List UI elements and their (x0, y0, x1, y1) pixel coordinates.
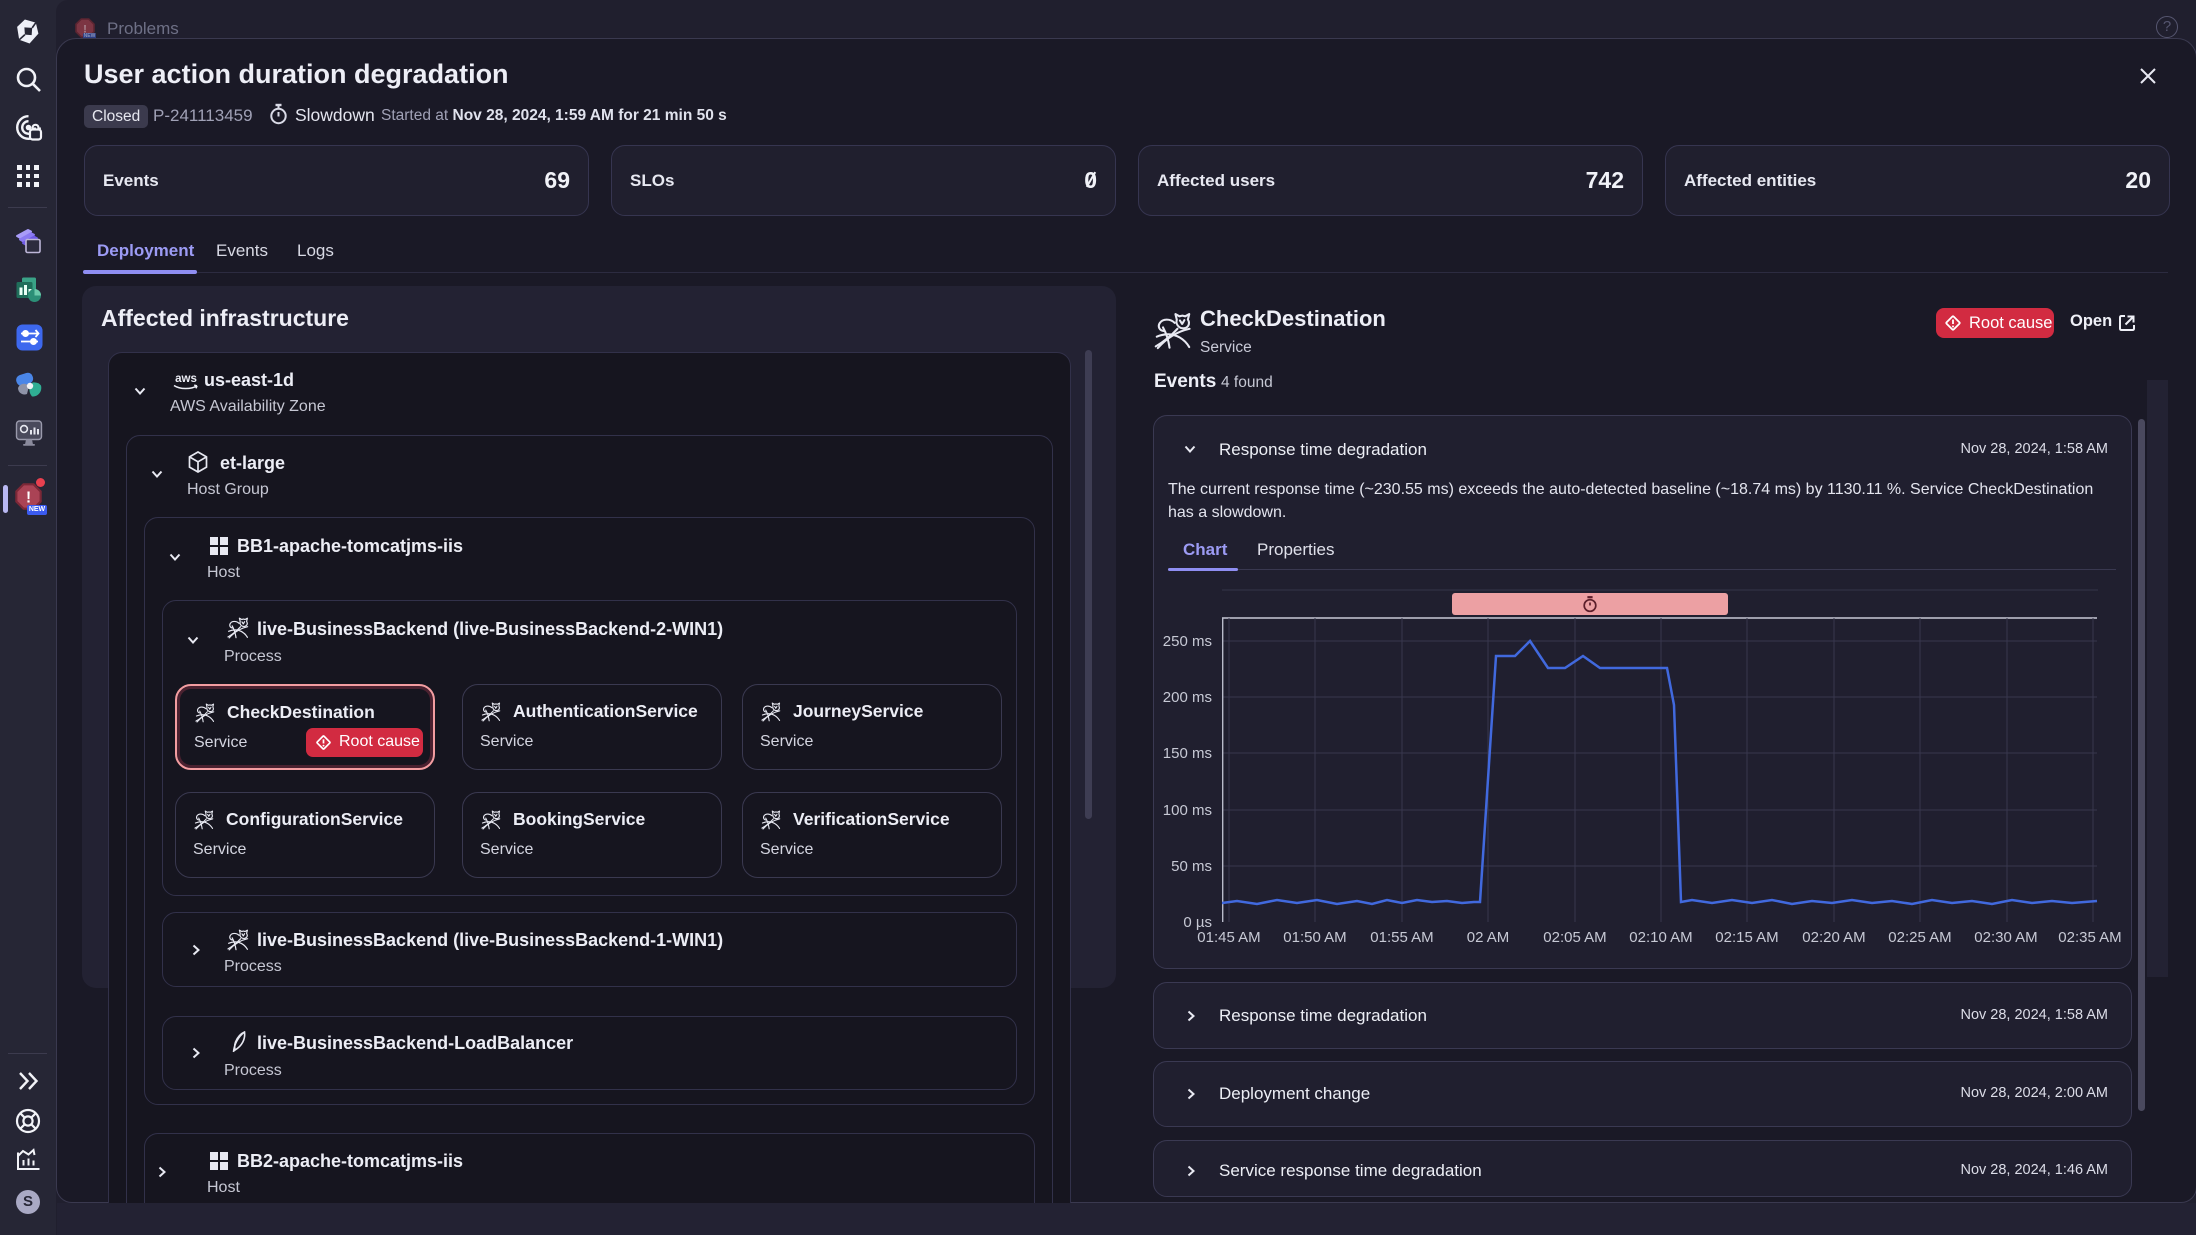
svg-text:aws: aws (175, 373, 197, 385)
